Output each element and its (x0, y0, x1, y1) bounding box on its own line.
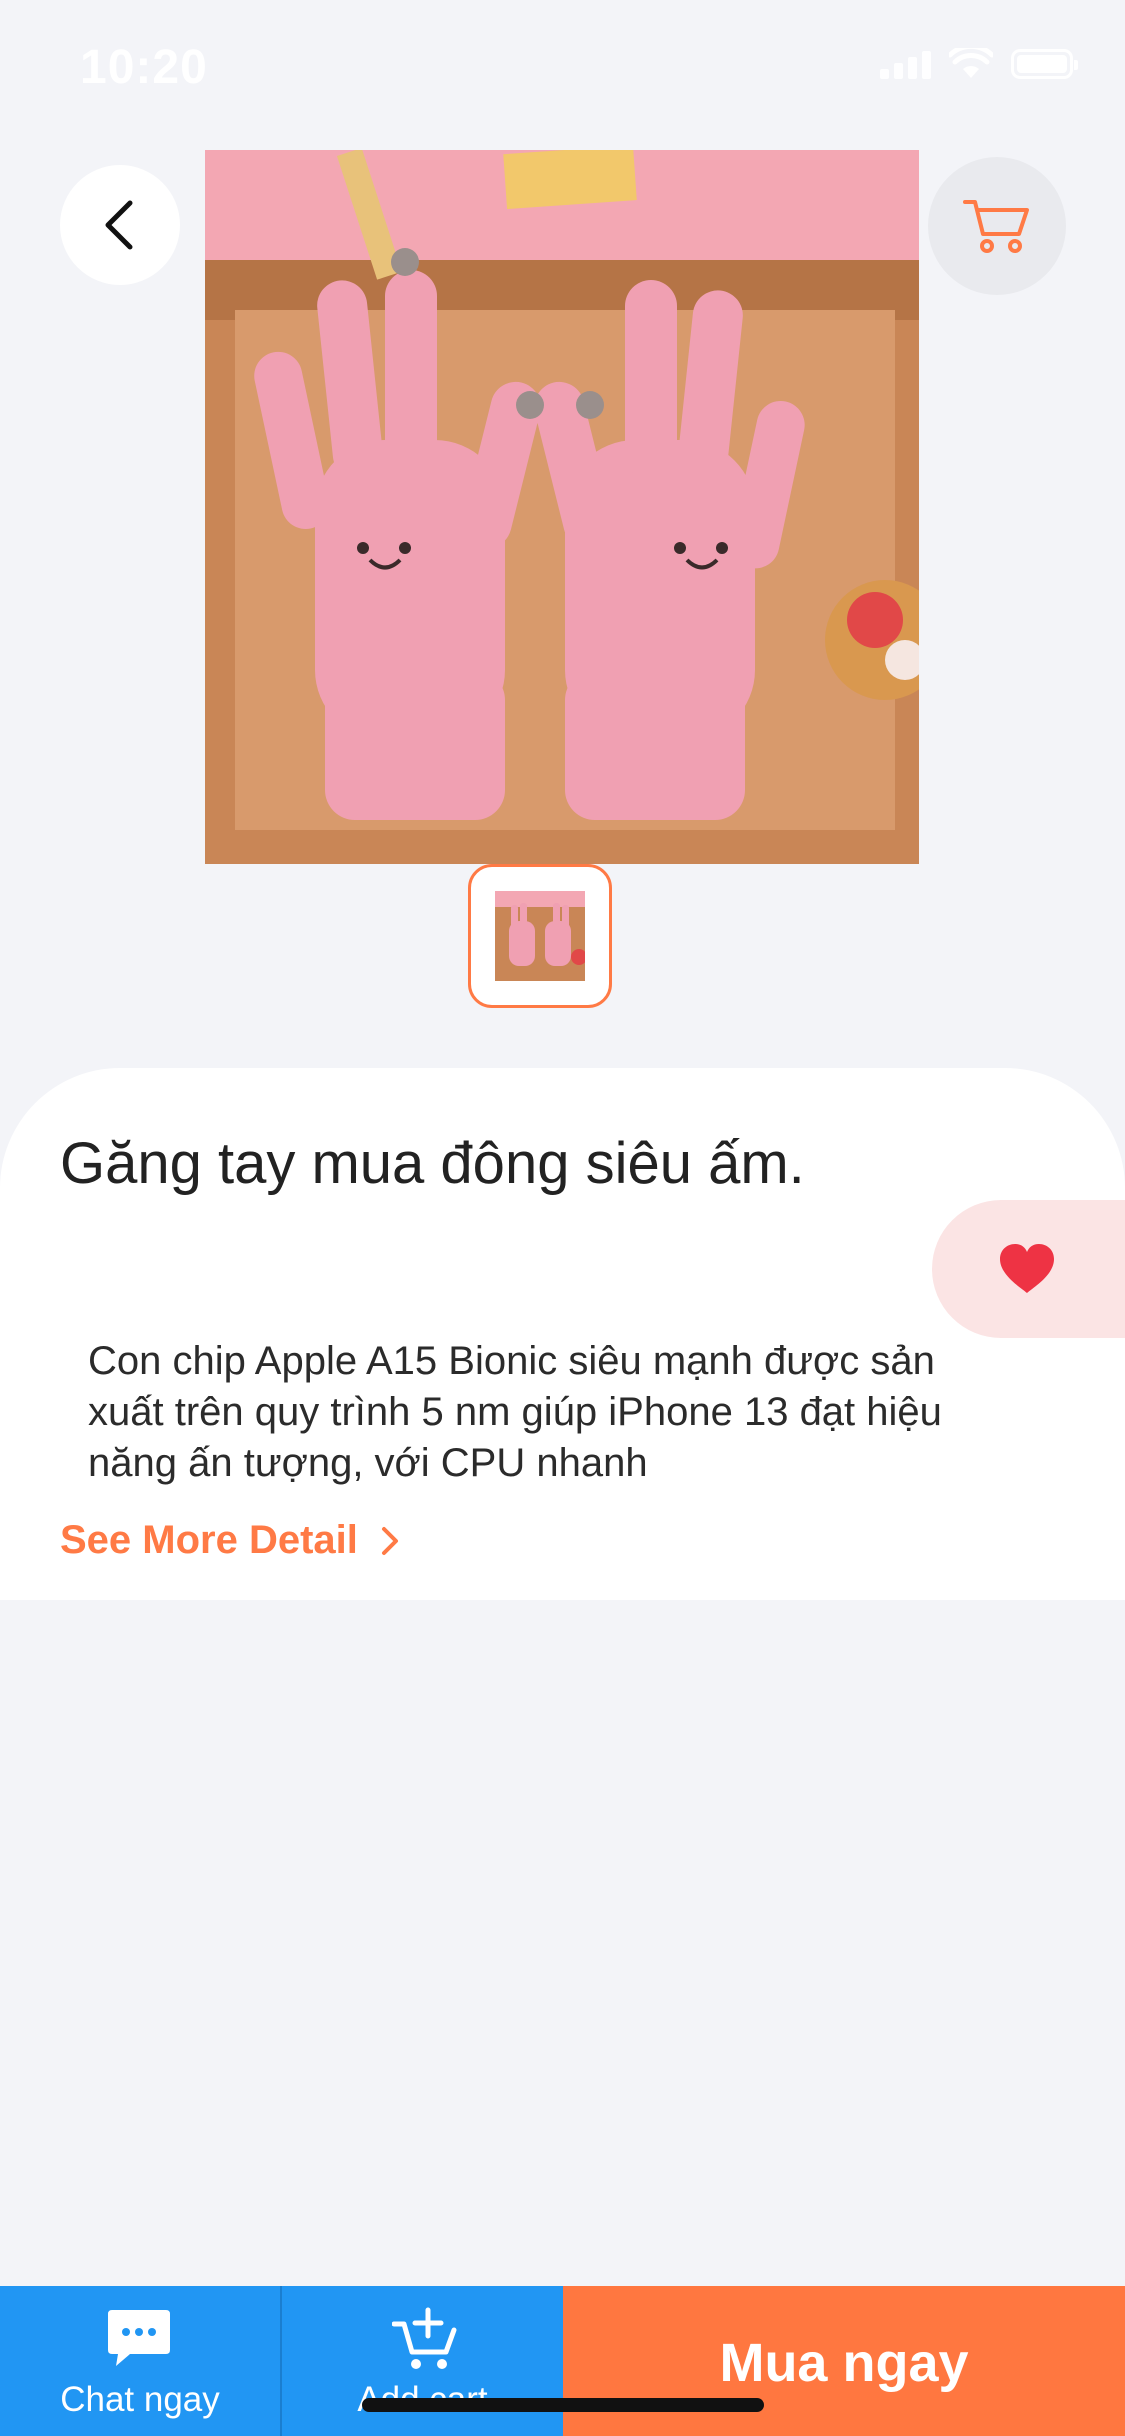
favorite-button[interactable] (932, 1200, 1125, 1338)
back-button[interactable] (60, 165, 180, 285)
cellular-signal-icon (880, 49, 931, 79)
gloves-photo (205, 150, 919, 864)
cart-plus-icon (392, 2307, 457, 2369)
product-detail-screen: 10:20 Găng tay mua đông siêu ấm. Con chi… (0, 0, 1125, 2436)
see-more-label: See More Detail (60, 1518, 358, 1562)
thumbnail-image (495, 891, 585, 981)
status-icons (880, 48, 1078, 80)
status-time: 10:20 (80, 41, 208, 94)
heart-icon (1000, 1244, 1054, 1293)
cart-button[interactable] (928, 157, 1066, 295)
wifi-icon (949, 48, 993, 78)
buy-now-label: Mua ngay (719, 2333, 969, 2393)
home-indicator (362, 2398, 764, 2412)
chevron-right-icon (381, 1526, 398, 1555)
chat-now-label: Chat ngay (60, 2380, 220, 2419)
chat-bubble-icon (108, 2310, 170, 2366)
status-bar: 10:20 (0, 0, 1125, 140)
chevron-left-icon (105, 200, 133, 250)
product-thumbnail[interactable] (468, 864, 612, 1008)
product-description: Con chip Apple A15 Bionic siêu mạnh được… (88, 1339, 942, 1485)
see-more-detail-link[interactable]: See More Detail (60, 1518, 400, 1563)
product-image[interactable] (205, 150, 919, 864)
chat-now-button[interactable]: Chat ngay (0, 2286, 280, 2436)
buy-now-button[interactable]: Mua ngay (563, 2286, 1125, 2436)
battery-icon (1011, 49, 1078, 79)
product-title: Găng tay mua đông siêu ấm. (60, 1131, 805, 1196)
shopping-cart-icon (963, 200, 1029, 253)
add-cart-button[interactable]: Add cart (282, 2286, 563, 2436)
bottom-action-bar: Chat ngay Add cart Mua ngay (0, 2286, 1125, 2436)
